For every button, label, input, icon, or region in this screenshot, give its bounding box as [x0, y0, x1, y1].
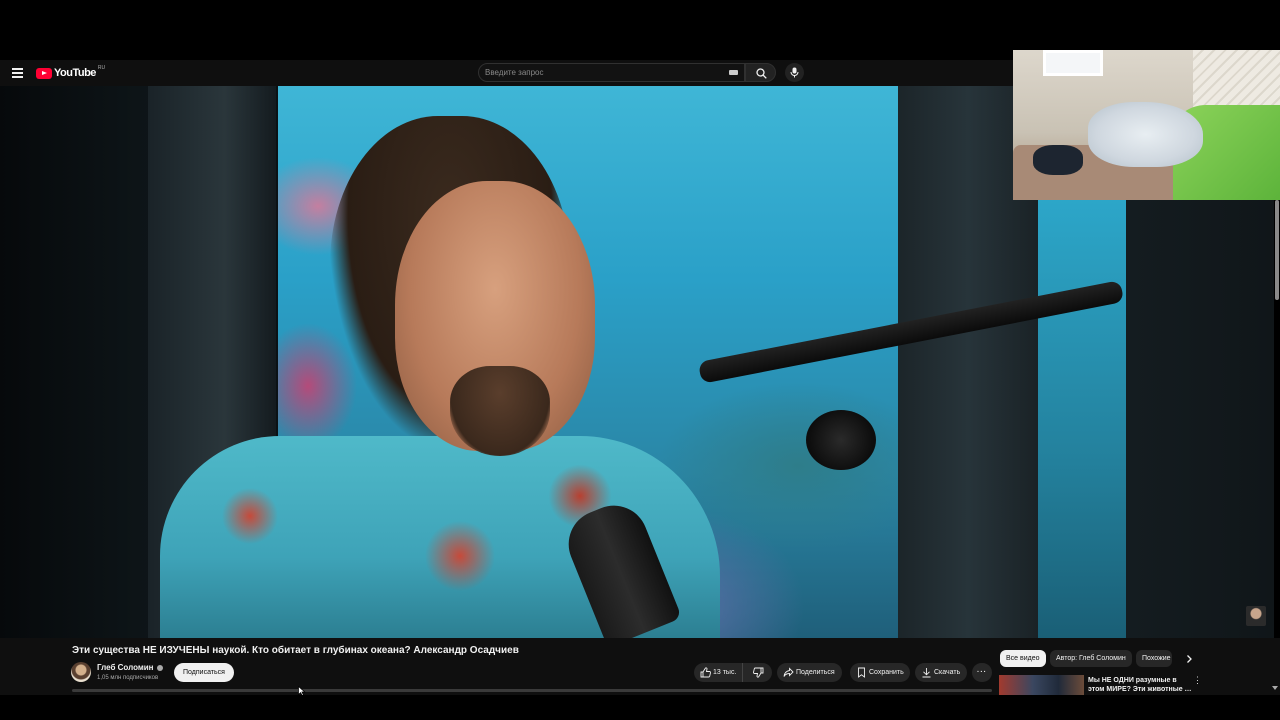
- download-button[interactable]: Скачать: [915, 663, 967, 682]
- bookmark-icon: [858, 667, 865, 678]
- channel-name-text[interactable]: Глеб Соломин: [97, 663, 154, 672]
- pip-blanket: [1088, 102, 1203, 167]
- like-count: 13 тыс.: [713, 669, 737, 676]
- recommended-video-thumbnail[interactable]: [999, 675, 1084, 695]
- recommended-video-title[interactable]: Мы НЕ ОДНИ разумные в этом МИРЕ? Эти жив…: [1088, 676, 1192, 694]
- dislike-button[interactable]: [742, 663, 772, 682]
- voice-search-button[interactable]: [785, 63, 804, 82]
- channel-avatar[interactable]: [71, 662, 91, 682]
- like-button[interactable]: 13 тыс.: [694, 663, 742, 682]
- recommended-video-menu[interactable]: ⋮: [1193, 676, 1202, 688]
- search-input[interactable]: [485, 65, 715, 80]
- logo-region: RU: [97, 65, 106, 71]
- pip-dark-clothes: [1033, 145, 1083, 175]
- speaker-beard: [450, 366, 550, 456]
- comments-divider: [72, 689, 992, 692]
- keyboard-icon[interactable]: [729, 70, 738, 75]
- share-button[interactable]: Поделиться: [777, 663, 842, 682]
- chip-author[interactable]: Автор: Глеб Соломин: [1050, 650, 1132, 667]
- save-button[interactable]: Сохранить: [850, 663, 910, 682]
- youtube-logo[interactable]: YouTube RU: [36, 65, 106, 80]
- picture-in-picture-webcam[interactable]: [1013, 50, 1280, 200]
- thumbs-up-icon: [700, 667, 711, 678]
- subscriber-count: 1,05 млн подписчиков: [97, 675, 159, 681]
- download-icon: [922, 668, 931, 678]
- channel-name[interactable]: Глеб Соломин: [97, 663, 163, 672]
- thumbs-down-icon: [753, 667, 764, 678]
- chip-all-videos[interactable]: Все видео: [1000, 650, 1046, 667]
- share-icon: [783, 667, 794, 677]
- share-label: Поделиться: [796, 669, 835, 676]
- chevron-right-icon[interactable]: [1183, 653, 1195, 665]
- save-label: Сохранить: [869, 669, 904, 676]
- studio-microphone: [558, 495, 728, 638]
- search-icon: [756, 68, 767, 79]
- verified-icon: [156, 664, 163, 671]
- bottom-letterbox: [0, 695, 1280, 720]
- search-box[interactable]: [478, 63, 745, 82]
- hamburger-menu-icon[interactable]: [12, 68, 23, 78]
- microphone-icon: [790, 67, 799, 78]
- user-avatar[interactable]: [1246, 606, 1266, 626]
- search-button[interactable]: [745, 63, 776, 82]
- youtube-play-icon: [36, 67, 52, 79]
- download-label: Скачать: [934, 669, 961, 676]
- aquarium-background-right: [1038, 200, 1126, 638]
- subscribe-button[interactable]: Подписаться: [174, 663, 234, 682]
- video-title: Эти существа НЕ ИЗУЧЕНЫ наукой. Кто обит…: [72, 645, 519, 656]
- sidebar-background: [1126, 200, 1274, 638]
- page-scrollbar[interactable]: [1275, 200, 1279, 300]
- more-actions-button[interactable]: ···: [972, 663, 992, 682]
- chip-related[interactable]: Похожие: [1136, 650, 1172, 667]
- pip-room-window: [1043, 50, 1103, 76]
- video-player[interactable]: [0, 86, 1126, 638]
- logo-text: YouTube: [54, 67, 96, 79]
- scroll-down-arrow-icon[interactable]: [1272, 686, 1278, 690]
- microphone-mount: [806, 410, 876, 470]
